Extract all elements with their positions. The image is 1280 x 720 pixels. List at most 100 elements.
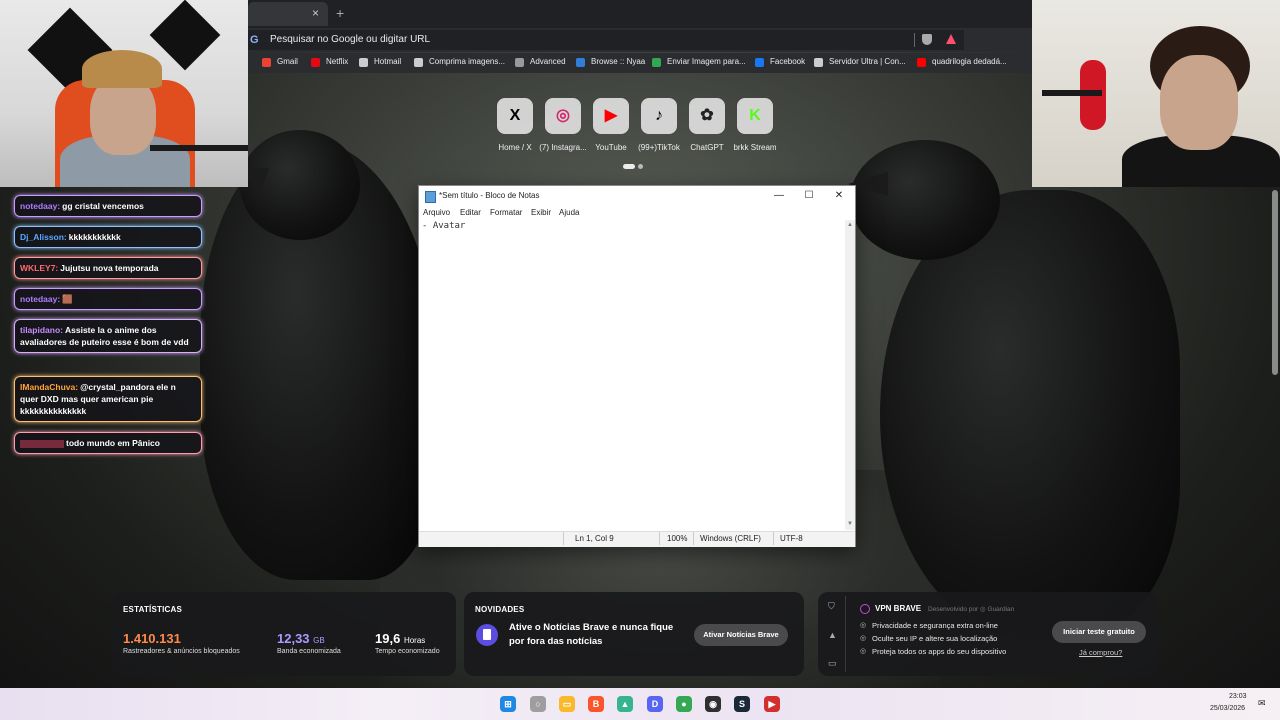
- bookmark-item[interactable]: Enviar Imagem para...: [667, 57, 746, 66]
- bookmark-item[interactable]: Hotmail: [374, 57, 401, 66]
- youtube-icon: [917, 58, 926, 67]
- chat-text: kkkkkkkkkkk: [68, 232, 121, 242]
- activate-news-button[interactable]: Ativar Notícias Brave: [694, 624, 788, 646]
- new-tab-button[interactable]: +: [336, 5, 344, 21]
- menu-editar[interactable]: Editar: [460, 208, 481, 217]
- minimize-button[interactable]: —: [765, 188, 793, 204]
- chat-message: notedaay: gg cristal vencemos: [14, 195, 202, 217]
- bookmark-item[interactable]: Browse :: Nyaa: [591, 57, 645, 66]
- maximize-button[interactable]: ☐: [795, 188, 823, 204]
- notepad-text-area[interactable]: [419, 220, 845, 530]
- scroll-down-icon[interactable]: ▼: [847, 521, 853, 527]
- chat-message: notedaay: 🟫: [14, 288, 202, 310]
- notepad-content[interactable]: - Avatar: [422, 221, 465, 231]
- status-divider: [563, 532, 564, 545]
- bookmark-item[interactable]: Netflix: [326, 57, 348, 66]
- vpn-provider: Desenvolvido por ◎ Guardian: [928, 606, 1015, 613]
- shortcut-chatgpt[interactable]: ✿: [689, 98, 725, 134]
- taskbar-chrome[interactable]: ●: [676, 696, 692, 712]
- bookmark-item[interactable]: Advanced: [530, 57, 566, 66]
- toolbar-divider: [914, 33, 915, 47]
- already-purchased-link[interactable]: Já comprou?: [1079, 648, 1122, 657]
- chat-username: [20, 439, 64, 448]
- server-icon: [814, 58, 823, 67]
- advanced-icon: [515, 58, 524, 67]
- shortcut-kick[interactable]: K: [737, 98, 773, 134]
- menu-formatar[interactable]: Formatar: [490, 208, 522, 217]
- vpn-divider: [845, 596, 846, 672]
- vpn-feature: Proteja todos os apps do seu dispositivo: [872, 647, 1007, 656]
- nyaa-icon: [576, 58, 585, 67]
- stat-time-unit: Horas: [403, 636, 426, 645]
- rewards-icon[interactable]: ▲: [828, 630, 837, 640]
- bookmark-item[interactable]: Gmail: [277, 57, 298, 66]
- gmail-icon: [262, 58, 271, 67]
- taskbar-search[interactable]: ○: [530, 696, 546, 712]
- mic-arm: [1042, 90, 1102, 96]
- page-dot-active[interactable]: [623, 164, 635, 169]
- streamer-cap: [82, 50, 162, 88]
- vpn-logo-icon: [860, 604, 870, 614]
- news-heading: NOVIDADES: [475, 605, 525, 614]
- chat-username: lMandaChuva:: [20, 382, 79, 392]
- bookmark-item[interactable]: Comprima imagens...: [429, 57, 505, 66]
- shortcut-x[interactable]: X: [497, 98, 533, 134]
- tiktok-icon: ♪: [655, 107, 663, 124]
- page-scrollbar[interactable]: [1272, 190, 1278, 375]
- stat-blocked-value: 1.410.131: [123, 631, 181, 646]
- shield-icon[interactable]: ⛉: [828, 601, 835, 612]
- taskbar-obs[interactable]: ◉: [705, 696, 721, 712]
- brave-rewards-icon[interactable]: [946, 34, 956, 44]
- shortcut-tiktok[interactable]: ♪: [641, 98, 677, 134]
- webcam-right: [1032, 0, 1280, 187]
- shortcut-youtube[interactable]: ▶: [593, 98, 629, 134]
- taskbar-brave[interactable]: B: [588, 696, 604, 712]
- chat-username: notedaay:: [20, 294, 61, 304]
- taskbar-time[interactable]: 23:03: [1229, 693, 1247, 700]
- taskbar-app-green[interactable]: ▲: [617, 696, 633, 712]
- stat-bandwidth-label: Banda economizada: [277, 648, 341, 655]
- chat-username: tilapidano:: [20, 325, 63, 335]
- notification-icon[interactable]: ✉: [1258, 698, 1266, 709]
- notepad-scrollbar[interactable]: [845, 220, 855, 530]
- vpn-feature: Privacidade e segurança extra on-line: [872, 621, 998, 630]
- close-button[interactable]: ✕: [825, 188, 853, 204]
- page-dot[interactable]: [638, 164, 643, 169]
- upload-icon: [652, 58, 661, 67]
- talk-icon[interactable]: ▭: [828, 658, 837, 669]
- taskbar-recorder[interactable]: ▶: [764, 696, 780, 712]
- taskbar-discord[interactable]: D: [647, 696, 663, 712]
- menu-exibir[interactable]: Exibir: [531, 208, 551, 217]
- tab-close-icon[interactable]: ×: [312, 6, 319, 20]
- chat-text: gg cristal vencemos: [62, 201, 144, 211]
- taskbar-steam[interactable]: S: [734, 696, 750, 712]
- shortcut-instagram[interactable]: ◎: [545, 98, 581, 134]
- bookmark-item[interactable]: Facebook: [770, 57, 805, 66]
- browser-tab-bar: [248, 0, 1032, 28]
- address-bar-placeholder[interactable]: Pesquisar no Google ou digitar URL: [270, 34, 430, 45]
- taskbar-windows-start[interactable]: ⊞: [500, 696, 516, 712]
- menu-ajuda[interactable]: Ajuda: [559, 208, 579, 217]
- taskbar-date[interactable]: 25/03/2026: [1210, 705, 1245, 712]
- wallpaper-crow-right-head: [850, 140, 1000, 260]
- shortcut-label[interactable]: brkk Stream: [725, 143, 785, 152]
- stat-bandwidth: 12,33 GB: [277, 631, 325, 646]
- menu-arquivo[interactable]: Arquivo: [423, 208, 450, 217]
- notepad-window[interactable]: *Sem título - Bloco de Notas — ☐ ✕ Arqui…: [418, 185, 856, 547]
- brave-shields-icon[interactable]: [922, 34, 932, 45]
- facebook-icon: [755, 58, 764, 67]
- scroll-up-icon[interactable]: ▲: [847, 222, 853, 228]
- status-divider: [693, 532, 694, 545]
- taskbar-file-explorer[interactable]: ▭: [559, 696, 575, 712]
- check-icon: ◎: [860, 622, 867, 629]
- chatgpt-icon: ✿: [700, 107, 714, 124]
- chat-message: WKLEY7: Jujutsu nova temporada: [14, 257, 202, 279]
- bookmark-item[interactable]: quadrilogia dedadá...: [932, 57, 1007, 66]
- vpn-title: VPN BRAVE: [875, 604, 922, 613]
- start-vpn-trial-button[interactable]: Iniciar teste gratuito: [1052, 621, 1146, 643]
- notepad-title: *Sem título - Bloco de Notas: [439, 191, 540, 200]
- status-encoding: UTF-8: [780, 534, 803, 543]
- compress-icon: [414, 58, 423, 67]
- bookmark-item[interactable]: Servidor Ultra | Con...: [829, 57, 906, 66]
- mic-arm: [150, 145, 248, 151]
